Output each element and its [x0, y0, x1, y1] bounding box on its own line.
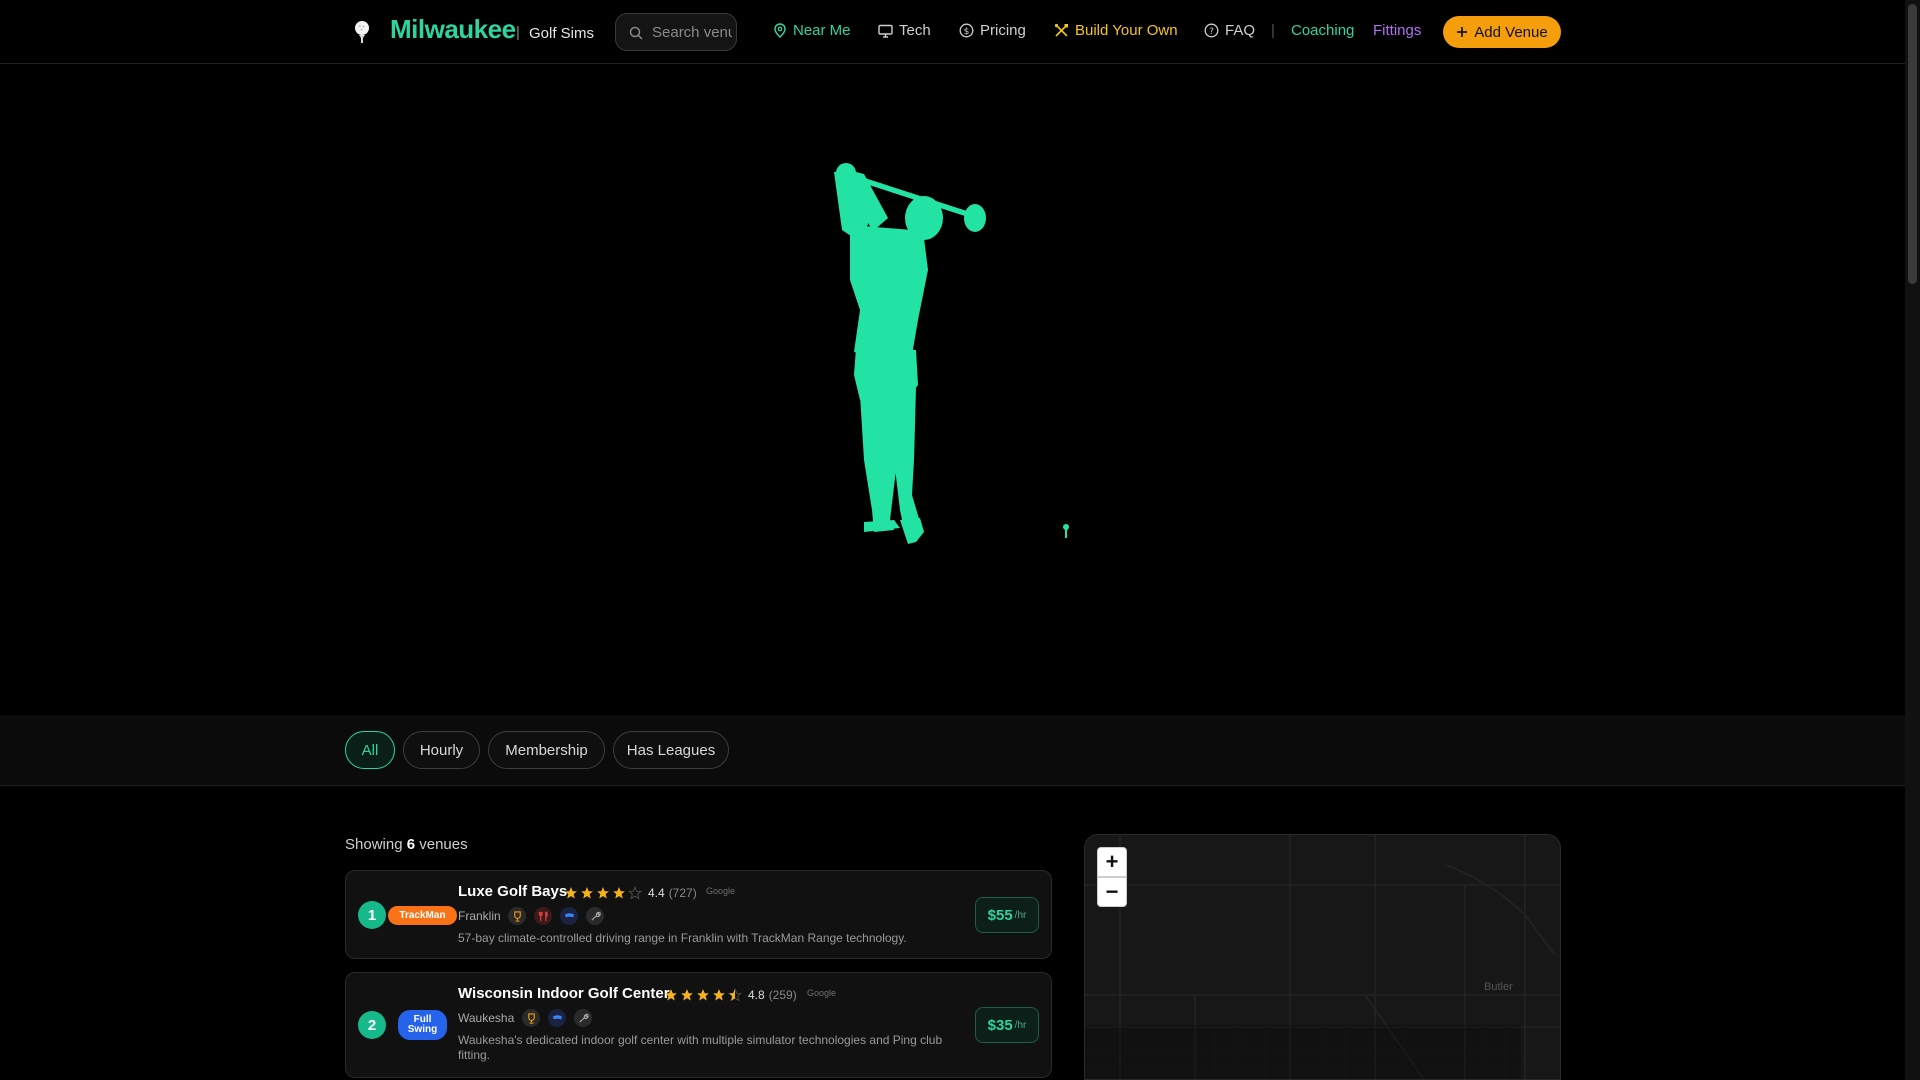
results-suffix: venues [419, 836, 468, 853]
star-half-icon [728, 988, 742, 1002]
rating-source: Google [807, 988, 837, 998]
filter-chip-has-leagues[interactable]: Has Leagues [613, 731, 729, 769]
nav-pricing-label: Pricing [980, 22, 1026, 39]
star-full-icon [681, 989, 693, 1001]
filter-chip-all[interactable]: All [345, 731, 395, 769]
nav-fittings[interactable]: Fittings [1373, 22, 1421, 39]
star-full-icon [581, 887, 593, 899]
brand-title[interactable]: Milwaukee [390, 14, 516, 45]
rating-text: 4.4 (727) [648, 886, 697, 900]
trophy-icon [522, 1009, 540, 1027]
help-circle-icon: ? [1204, 23, 1219, 38]
venue-card-1[interactable]: 1 TrackMan Luxe Golf Bays 4.4 (727) Googl… [345, 870, 1052, 959]
venue-name[interactable]: Luxe Golf Bays [458, 883, 567, 900]
price-unit: /hr [1014, 1019, 1027, 1031]
nav-near-me[interactable]: Near Me [773, 22, 851, 39]
golf-ball-tee-icon[interactable] [351, 20, 373, 44]
venue-price[interactable]: $55/hr [975, 897, 1039, 933]
results-prefix: Showing [345, 836, 403, 853]
nav-tech-label: Tech [899, 22, 931, 39]
rating-text: 4.8 (259) [748, 988, 797, 1002]
star-empty-icon [628, 886, 642, 900]
shield-icon [560, 907, 578, 925]
filter-chip-hourly[interactable]: Hourly [403, 731, 480, 769]
map-pin-icon [774, 23, 786, 38]
results-count: Showing 6 venues [345, 836, 468, 853]
star-full-icon [613, 887, 625, 899]
venue-description: Waukesha's dedicated indoor golf center … [458, 1033, 943, 1062]
page-scrollbar[interactable] [1905, 0, 1920, 1080]
search-box[interactable] [615, 13, 737, 51]
rating-source: Google [706, 886, 736, 896]
tech-badge-full-swing: Full Swing [398, 1010, 447, 1040]
star-full-icon [713, 989, 725, 1001]
monitor-icon [878, 24, 893, 38]
price-value: $35 [987, 1016, 1013, 1034]
venue-rank: 1 [358, 901, 386, 929]
rating-value: 4.8 [748, 988, 765, 1002]
review-count: (259) [768, 988, 797, 1002]
golfer-silhouette [834, 163, 1069, 544]
wrench-icon [586, 907, 604, 925]
nav-coaching-label: Coaching [1291, 22, 1355, 39]
nav-faq[interactable]: ? FAQ [1204, 22, 1255, 39]
nav-build-your-own[interactable]: Build Your Own [1054, 22, 1178, 39]
dollar-circle-icon: $ [959, 23, 974, 38]
price-unit: /hr [1014, 909, 1027, 921]
venue-city: Franklin [458, 909, 501, 923]
star-full-icon [565, 887, 577, 899]
nav-near-me-label: Near Me [793, 22, 851, 39]
tech-badge-line2: Swing [407, 1024, 438, 1035]
map-zoom-in-button[interactable]: + [1097, 847, 1127, 877]
star-rating [564, 886, 642, 900]
star-full-icon [697, 989, 709, 1001]
review-count: (727) [668, 886, 697, 900]
venue-rank: 2 [358, 1011, 386, 1039]
wrench-icon [574, 1009, 592, 1027]
top-nav: Milwaukee | Golf Sims Near Me Tech $ Pri… [0, 0, 1905, 64]
venue-map[interactable]: + − Butler [1084, 834, 1561, 1080]
price-value: $55 [987, 906, 1013, 924]
search-input[interactable] [652, 22, 732, 42]
search-icon [629, 26, 643, 40]
nav-pricing[interactable]: $ Pricing [959, 22, 1026, 39]
venue-price[interactable]: $35/hr [975, 1007, 1039, 1043]
nav-faq-label: FAQ [1225, 22, 1256, 39]
plus-icon [1457, 27, 1468, 37]
star-rating [664, 988, 742, 1002]
filter-bar: All Hourly Membership Has Leagues [0, 715, 1905, 786]
venue-card-2[interactable]: 2 Full Swing Wisconsin Indoor Golf Cente… [345, 972, 1052, 1078]
nav-fittings-label: Fittings [1373, 22, 1422, 39]
brand-subtitle: Golf Sims [529, 25, 595, 42]
svg-text:$: $ [964, 27, 970, 37]
add-venue-button[interactable]: Add Venue [1443, 16, 1561, 48]
map-zoom-out-button[interactable]: − [1097, 877, 1127, 907]
venue-city: Waukesha [458, 1011, 515, 1025]
trophy-icon [508, 907, 526, 925]
hero-banner [0, 65, 1905, 715]
map-streets [1085, 835, 1560, 1079]
nav-divider: | [1271, 22, 1275, 39]
utensils-icon [534, 907, 552, 925]
star-full-icon [597, 887, 609, 899]
brand-separator: | [516, 24, 520, 41]
scrollbar-thumb[interactable] [1908, 4, 1917, 284]
star-full-icon [665, 989, 677, 1001]
nav-coaching[interactable]: Coaching [1291, 22, 1354, 39]
results-number: 6 [406, 836, 416, 853]
map-place-label: Butler [1484, 981, 1513, 993]
nav-build-label: Build Your Own [1075, 22, 1178, 39]
svg-text:?: ? [1209, 27, 1214, 37]
shield-icon [548, 1009, 566, 1027]
filter-chip-membership[interactable]: Membership [488, 731, 605, 769]
venue-name[interactable]: Wisconsin Indoor Golf Center [458, 985, 670, 1002]
tech-badge-trackman: TrackMan [388, 906, 457, 925]
venue-description: 57-bay climate-controlled driving range … [458, 931, 907, 945]
tools-icon [1054, 23, 1068, 37]
rating-value: 4.4 [648, 886, 665, 900]
nav-tech[interactable]: Tech [878, 22, 931, 39]
add-venue-label: Add Venue [1474, 23, 1548, 41]
